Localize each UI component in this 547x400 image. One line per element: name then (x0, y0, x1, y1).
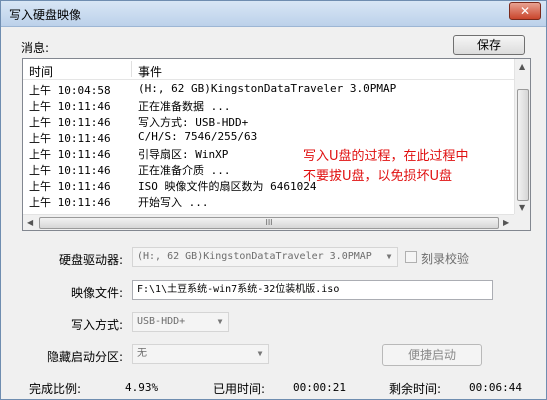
write-mode-label: 写入方式: (70, 318, 123, 332)
image-file-field[interactable]: F:\1\土豆系统-win7系统-32位装机版.iso (132, 280, 493, 300)
log-row[interactable]: 上午 10:11:46 写入方式: USB-HDD+ (23, 113, 515, 129)
write-mode-value: USB-HDD+ (137, 316, 186, 327)
log-row[interactable]: 上午 10:11:46 正在准备数据 ... (23, 97, 515, 113)
log-row-time: 上午 10:11:46 (29, 132, 111, 145)
drive-label: 硬盘驱动器: (58, 253, 123, 267)
log-row[interactable]: 上午 10:11:46 开始写入 ... (23, 193, 515, 209)
horizontal-scroll-thumb[interactable]: III (39, 217, 499, 229)
log-row[interactable]: 上午 10:11:46 C/H/S: 7546/255/63 (23, 129, 515, 145)
log-row-time: 上午 10:11:46 (29, 164, 111, 177)
hidden-partition-label: 隐藏启动分区: (46, 350, 123, 364)
drive-select[interactable]: (H:, 62 GB)KingstonDataTraveler 3.0PMAP … (132, 247, 398, 267)
remaining-label: 剩余时间: (389, 382, 442, 396)
log-header: 时间 事件 (23, 59, 515, 80)
log-row-time: 上午 10:11:46 (29, 148, 111, 161)
log-row-event: (H:, 62 GB)KingstonDataTraveler 3.0PMAP (138, 82, 397, 95)
column-header-event[interactable]: 事件 (138, 63, 162, 80)
log-row-time: 上午 10:11:46 (29, 196, 111, 209)
red-annotation: 写入U盘的过程，在此过程中 不要拔U盘，以免损坏U盘 (303, 147, 469, 187)
verify-checkbox[interactable] (405, 251, 417, 263)
scroll-down-icon[interactable]: ▼ (519, 203, 525, 212)
elapsed-value: 00:00:21 (293, 381, 346, 394)
write-disk-image-window: 写入硬盘映像 ✕ 消息: 保存 时间 事件 上午 10:04:58 (H:, 62… (0, 0, 547, 400)
horizontal-scrollbar[interactable]: ◀ III ▶ (23, 214, 515, 230)
scroll-right-icon[interactable]: ▶ (503, 218, 509, 227)
quick-boot-button[interactable]: 便捷启动 (382, 344, 482, 366)
write-mode-select[interactable]: USB-HDD+ ▼ (132, 312, 229, 332)
drive-value: (H:, 62 GB)KingstonDataTraveler 3.0PMAP (137, 251, 372, 262)
chevron-down-icon: ▼ (217, 317, 223, 326)
annotation-line-1: 写入U盘的过程，在此过程中 (303, 149, 469, 164)
image-file-value: F:\1\土豆系统-win7系统-32位装机版.iso (137, 284, 340, 295)
progress-label: 完成比例: (29, 382, 82, 396)
log-row-time: 上午 10:11:46 (29, 180, 111, 193)
vertical-scroll-thumb[interactable] (517, 89, 529, 201)
log-rows: 上午 10:04:58 (H:, 62 GB)KingstonDataTravel… (23, 81, 515, 209)
scroll-left-icon[interactable]: ◀ (27, 218, 33, 227)
annotation-line-2: 不要拔U盘，以免损坏U盘 (303, 169, 453, 184)
log-row-event: 正在准备介质 ... (138, 164, 231, 177)
chevron-down-icon: ▼ (257, 349, 263, 358)
elapsed-label: 已用时间: (213, 382, 266, 396)
title-bar: 写入硬盘映像 ✕ (1, 1, 546, 27)
log-row-event: C/H/S: 7546/255/63 (138, 130, 258, 143)
log-row[interactable]: 上午 10:04:58 (H:, 62 GB)KingstonDataTravel… (23, 81, 515, 97)
window-title: 写入硬盘映像 (9, 8, 82, 22)
image-file-label: 映像文件: (70, 286, 123, 300)
log-row-time: 上午 10:11:46 (29, 100, 111, 113)
log-row-event: 引导扇区: WinXP (138, 148, 229, 161)
chevron-down-icon: ▼ (386, 252, 392, 261)
progress-value: 4.93% (125, 381, 159, 394)
close-button[interactable]: ✕ (509, 2, 541, 20)
log-row-event: 正在准备数据 ... (138, 100, 231, 113)
messages-label: 消息: (21, 41, 50, 55)
column-header-time[interactable]: 时间 (29, 63, 53, 80)
save-button[interactable]: 保存 (453, 35, 525, 55)
hidden-partition-value: 无 (137, 348, 147, 359)
log-row-time: 上午 10:11:46 (29, 116, 111, 129)
column-divider[interactable] (131, 61, 132, 77)
message-log[interactable]: 时间 事件 上午 10:04:58 (H:, 62 GB)KingstonData… (22, 58, 531, 231)
verify-label: 刻录校验 (421, 252, 470, 266)
scrollbar-corner (514, 214, 530, 230)
log-row-time: 上午 10:04:58 (29, 84, 111, 97)
remaining-value: 00:06:44 (469, 381, 522, 394)
vertical-scrollbar[interactable]: ▲ ▼ (514, 59, 530, 214)
scroll-up-icon[interactable]: ▲ (519, 62, 525, 71)
log-row-event: ISO 映像文件的扇区数为 6461024 (138, 180, 317, 193)
hidden-partition-select[interactable]: 无 ▼ (132, 344, 269, 364)
log-row-event: 开始写入 ... (138, 196, 209, 209)
log-row-event: 写入方式: USB-HDD+ (138, 116, 249, 129)
